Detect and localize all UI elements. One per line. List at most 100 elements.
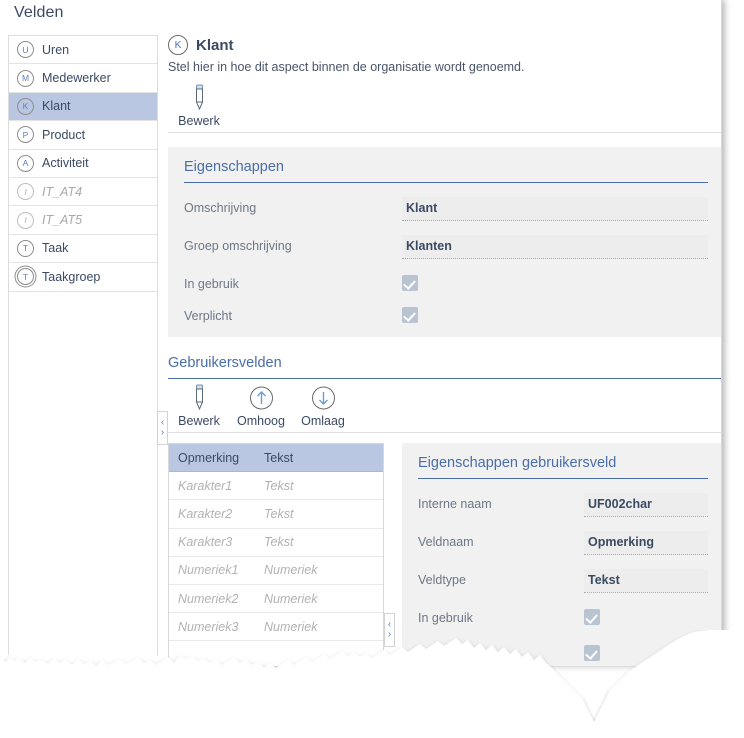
sidebar-item-klant[interactable]: K Klant bbox=[9, 92, 157, 122]
pencil-icon bbox=[192, 383, 207, 411]
field-label: Verplicht bbox=[184, 309, 232, 323]
page-title: Velden bbox=[14, 4, 64, 21]
table-row[interactable]: Numeriek2 Numeriek bbox=[169, 585, 383, 614]
sidebar-item-label: Taakgroep bbox=[42, 269, 101, 284]
userfield-properties-panel: Eigenschappen gebruikersveld Interne naa… bbox=[402, 443, 721, 666]
veldtype-value[interactable]: Tekst bbox=[584, 569, 708, 593]
in-gebruik-checkbox[interactable] bbox=[402, 275, 418, 291]
interne-naam-value[interactable]: UF002char bbox=[584, 493, 708, 517]
field-label: In gebruik bbox=[184, 277, 239, 291]
circle-letter-icon: K bbox=[168, 35, 188, 55]
circle-letter-icon: K bbox=[17, 97, 34, 115]
userfield-type: Numeriek bbox=[264, 563, 318, 578]
sidebar-item-label: Uren bbox=[42, 42, 70, 57]
sidebar-item-label: Taak bbox=[42, 241, 69, 256]
sidebar-item-label: Klant bbox=[42, 99, 71, 114]
verplicht-checkbox[interactable] bbox=[402, 307, 418, 323]
move-up-button[interactable]: Omhoog bbox=[230, 383, 292, 430]
field-row-groep-omschrijving: Groep omschrijving Klanten bbox=[184, 235, 708, 259]
circle-letter-icon: T bbox=[17, 239, 34, 257]
userfield-type: Tekst bbox=[264, 535, 294, 550]
column-header-name: Opmerking bbox=[178, 450, 240, 465]
tool-label: Omhoog bbox=[237, 414, 285, 428]
userfield-name: Numeriek2 bbox=[178, 591, 239, 606]
table-row[interactable]: Numeriek1 Numeriek bbox=[169, 557, 383, 585]
properties-panel-title: Eigenschappen bbox=[184, 159, 708, 183]
userfields-table: Opmerking Tekst Karakter1 Tekst Karakter… bbox=[168, 443, 384, 666]
field-label: Veldtype bbox=[418, 573, 466, 587]
aspect-sidebar: U Uren M Medewerker K Klant P Product A … bbox=[8, 35, 158, 655]
double-circle-letter-icon: T bbox=[17, 268, 34, 286]
circle-letter-icon: P bbox=[17, 126, 34, 144]
edit-userfield-button[interactable]: Bewerk bbox=[168, 383, 230, 430]
sidebar-item-label: IT_AT4 bbox=[42, 184, 83, 199]
column-header-type: Tekst bbox=[264, 450, 294, 465]
userfields-splitter: ‹ › bbox=[384, 443, 395, 666]
field-label: In gebruik bbox=[418, 611, 473, 625]
field-label bbox=[418, 643, 584, 647]
table-row[interactable]: Karakter1 Tekst bbox=[169, 472, 383, 501]
pencil-icon bbox=[192, 83, 207, 111]
circle-letter-icon: A bbox=[17, 154, 34, 172]
userfield-type: Tekst bbox=[264, 506, 294, 521]
sidebar-item-label: Product bbox=[42, 127, 86, 142]
field-label: Omschrijving bbox=[184, 201, 257, 215]
tool-label: Bewerk bbox=[178, 414, 220, 428]
arrow-down-circle-icon bbox=[310, 383, 337, 411]
userfield-name: Karakter3 bbox=[178, 535, 233, 550]
userfield-detail: Eigenschappen gebruikersveld Interne naa… bbox=[402, 443, 721, 666]
sidebar-item-taakgroep[interactable]: T Taakgroep bbox=[9, 263, 157, 292]
userfields-toolbar: Bewerk Omhoog Omlaag bbox=[168, 383, 721, 433]
userfields-section: Gebruikersvelden Bewerk Omhoog Omlaag Op… bbox=[168, 355, 721, 666]
sidebar-item-label: Medewerker bbox=[42, 71, 111, 86]
userfields-selected-row[interactable]: Opmerking Tekst bbox=[169, 444, 383, 473]
sidebar-item-medewerker[interactable]: M Medewerker bbox=[9, 64, 157, 93]
sidebar-item-activiteit[interactable]: A Activiteit bbox=[9, 150, 157, 178]
tool-label: Omlaag bbox=[301, 414, 345, 428]
window-sheet: Velden U Uren M Medewerker K Klant P Pro… bbox=[0, 0, 722, 666]
move-down-button[interactable]: Omlaag bbox=[292, 383, 354, 430]
userfield-name: Numeriek1 bbox=[178, 563, 239, 578]
table-row[interactable]: Numeriek3 Numeriek bbox=[169, 613, 383, 642]
groep-omschrijving-value[interactable]: Klanten bbox=[402, 235, 708, 259]
splitter-handle-left[interactable]: ‹ › bbox=[157, 411, 168, 445]
userfield-extra-checkbox[interactable] bbox=[584, 645, 600, 661]
sidebar-item-label: Activiteit bbox=[42, 156, 89, 171]
chevron-right-icon: › bbox=[387, 629, 392, 640]
field-label: Interne naam bbox=[418, 497, 492, 511]
field-row-omschrijving: Omschrijving Klant bbox=[184, 197, 708, 221]
field-row-verplicht: Verplicht bbox=[184, 305, 708, 323]
omschrijving-value[interactable]: Klant bbox=[402, 197, 708, 221]
sidebar-item-it-at5[interactable]: I IT_AT5 bbox=[9, 206, 157, 235]
sidebar-item-it-at4[interactable]: I IT_AT4 bbox=[9, 178, 157, 207]
field-label: Groep omschrijving bbox=[184, 239, 292, 253]
userfield-name: Numeriek3 bbox=[178, 619, 239, 634]
userfield-name: Karakter2 bbox=[178, 506, 233, 521]
sidebar-item-label: IT_AT5 bbox=[42, 213, 83, 228]
field-row-extra-checkbox bbox=[418, 643, 708, 661]
field-label: Veldnaam bbox=[418, 535, 474, 549]
sidebar-item-product[interactable]: P Product bbox=[9, 121, 157, 150]
veldnaam-value[interactable]: Opmerking bbox=[584, 531, 708, 555]
edit-aspect-button[interactable]: Bewerk bbox=[168, 83, 230, 130]
properties-panel: Eigenschappen Omschrijving Klant Groep o… bbox=[168, 147, 721, 337]
userfield-in-gebruik-checkbox[interactable] bbox=[584, 609, 600, 625]
aspect-title: Klant bbox=[196, 36, 234, 54]
field-row-veldtype: Veldtype Tekst bbox=[418, 569, 708, 593]
circle-letter-icon: I bbox=[17, 183, 34, 201]
table-row[interactable] bbox=[169, 641, 383, 666]
main-content: K Klant Stel hier in hoe dit aspect binn… bbox=[168, 35, 721, 666]
chevron-right-icon: › bbox=[160, 427, 165, 438]
field-row-veldnaam: Veldnaam Opmerking bbox=[418, 531, 708, 555]
arrow-up-circle-icon bbox=[248, 383, 275, 411]
field-row-in-gebruik-userfield: In gebruik bbox=[418, 607, 708, 625]
userfield-properties-title: Eigenschappen gebruikersveld bbox=[418, 455, 708, 479]
circle-letter-icon: M bbox=[17, 69, 34, 87]
table-row[interactable]: Karakter3 Tekst bbox=[169, 529, 383, 557]
table-row[interactable]: Karakter2 Tekst bbox=[169, 500, 383, 529]
sidebar-item-uren[interactable]: U Uren bbox=[9, 36, 157, 65]
application-window: Velden U Uren M Medewerker K Klant P Pro… bbox=[0, 0, 744, 738]
splitter-handle-right[interactable]: ‹ › bbox=[384, 613, 395, 647]
sidebar-item-taak[interactable]: T Taak bbox=[9, 235, 157, 264]
aspect-header: K Klant bbox=[168, 35, 721, 55]
